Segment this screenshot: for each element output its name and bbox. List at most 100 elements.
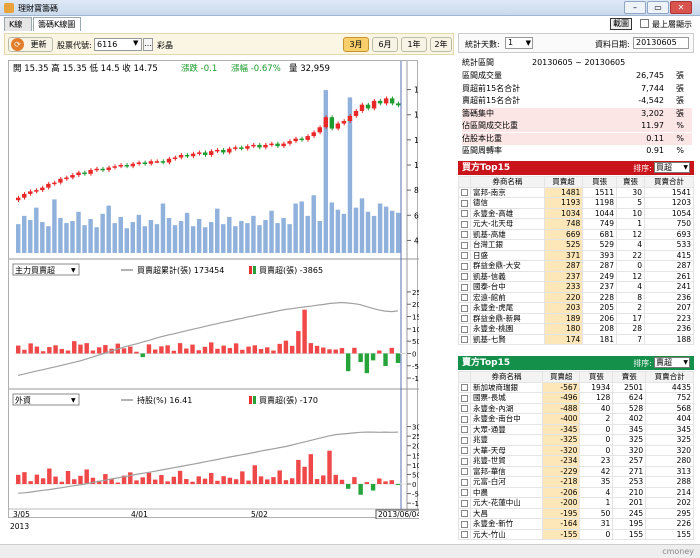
column-header[interactable]: 買張 [579, 371, 614, 383]
row-checkbox[interactable] [461, 336, 468, 344]
row-select[interactable] [458, 465, 471, 477]
buy-sort-select[interactable]: 買超 ▼ [654, 162, 690, 173]
sell-sort-select[interactable]: 賣超 ▼ [654, 357, 690, 368]
row-checkbox[interactable] [461, 241, 468, 249]
row-checkbox[interactable] [461, 531, 468, 539]
row-select[interactable] [458, 249, 471, 261]
row-select[interactable] [458, 218, 471, 230]
row-checkbox[interactable] [461, 315, 468, 323]
row-select[interactable] [458, 281, 471, 293]
table-row[interactable]: 元大-竹山 -155 0 155 155 [458, 528, 694, 540]
row-checkbox[interactable] [461, 231, 468, 239]
table-row[interactable]: 凱基-信義 237 249 12 261 [458, 270, 695, 282]
tab-kline[interactable]: K線圖 [4, 17, 32, 42]
row-checkbox[interactable] [461, 436, 468, 444]
table-row[interactable]: 永豐金-新竹 -164 31 195 226 [458, 518, 694, 530]
row-select[interactable] [458, 455, 471, 467]
row-checkbox[interactable] [461, 447, 468, 455]
period-6m-button[interactable]: 6月 [372, 37, 398, 52]
more-options-button[interactable]: … [143, 38, 153, 51]
row-checkbox[interactable] [461, 252, 468, 260]
row-checkbox[interactable] [461, 478, 468, 486]
row-checkbox[interactable] [461, 468, 468, 476]
row-checkbox[interactable] [461, 405, 468, 413]
row-checkbox[interactable] [461, 426, 468, 434]
row-checkbox[interactable] [461, 520, 468, 528]
row-checkbox[interactable] [461, 273, 468, 281]
row-select[interactable] [458, 291, 471, 303]
table-row[interactable]: 永豐金-桃園 180 208 28 236 [458, 323, 695, 335]
row-select[interactable] [458, 497, 471, 509]
row-select[interactable] [458, 444, 471, 456]
table-row[interactable]: 凱基-高雄 669 681 12 693 [458, 228, 695, 240]
table-row[interactable]: 日盛 371 393 22 415 [458, 249, 695, 261]
sub1-chevron-down-icon[interactable]: ▼ [71, 267, 76, 274]
period-3m-button[interactable]: 3月 [343, 37, 369, 52]
table-row[interactable]: 中農 -206 4 210 214 [458, 486, 694, 498]
row-checkbox[interactable] [461, 489, 468, 497]
row-select[interactable] [458, 518, 471, 530]
row-checkbox[interactable] [461, 210, 468, 218]
row-select[interactable] [458, 392, 471, 404]
row-select[interactable] [458, 528, 471, 540]
table-row[interactable]: 台灣工銀 525 529 4 533 [458, 239, 695, 251]
stock-dropdown-icon[interactable]: ▼ [133, 39, 138, 47]
row-checkbox[interactable] [461, 457, 468, 465]
column-header[interactable]: 賣張 [612, 371, 647, 383]
row-select[interactable] [458, 381, 471, 393]
column-header[interactable]: 券商名稱 [470, 371, 543, 383]
row-select[interactable] [458, 312, 471, 324]
table-row[interactable]: 永豐金-虎尾 203 205 2 207 [458, 302, 695, 314]
table-row[interactable]: 群益金鼎-新興 189 206 17 223 [458, 312, 695, 324]
column-header[interactable]: 賣張 [615, 176, 645, 188]
refresh-button[interactable]: ⟳ 更新 [8, 37, 53, 52]
row-select[interactable] [458, 476, 471, 488]
column-header[interactable]: 買賣合計 [643, 176, 695, 188]
row-select[interactable] [458, 486, 471, 498]
row-checkbox[interactable] [461, 510, 468, 518]
row-checkbox[interactable] [461, 189, 468, 197]
row-select[interactable] [458, 507, 471, 519]
table-row[interactable]: 宏遠-館前 220 228 8 236 [458, 291, 695, 303]
row-select[interactable] [458, 228, 471, 240]
table-row[interactable]: 富邦-南京 1481 1511 30 1541 [458, 186, 695, 198]
row-checkbox[interactable] [461, 294, 468, 302]
column-header[interactable]: 買賣超 [541, 371, 581, 383]
minimize-button[interactable]: – [624, 1, 646, 14]
table-row[interactable]: 國票-長城 -496 128 624 752 [458, 392, 694, 404]
row-checkbox[interactable] [461, 415, 468, 423]
row-select[interactable] [458, 434, 471, 446]
row-select[interactable] [458, 207, 471, 219]
table-row[interactable]: 永豐金-高雄 1034 1044 10 1054 [458, 207, 695, 219]
table-row[interactable]: 永豐金-南台中 -400 2 402 404 [458, 413, 694, 425]
row-checkbox[interactable] [461, 199, 468, 207]
table-row[interactable]: 永豐金-內湖 -488 40 528 568 [458, 402, 694, 414]
always-on-top-checkbox[interactable] [640, 19, 649, 28]
column-header[interactable]: 買張 [582, 176, 617, 188]
table-row[interactable]: 凱基-七賢 174 181 7 188 [458, 333, 695, 345]
table-row[interactable]: 兆豐-世貿 -234 23 257 280 [458, 455, 694, 467]
row-select[interactable] [458, 423, 471, 435]
maximize-button[interactable]: ▭ [647, 1, 669, 14]
table-row[interactable]: 群益金鼎-大安 287 287 0 287 [458, 260, 695, 272]
row-checkbox[interactable] [461, 304, 468, 312]
close-button[interactable]: ✕ [670, 1, 692, 14]
row-select[interactable] [458, 323, 471, 335]
row-checkbox[interactable] [461, 220, 468, 228]
row-checkbox[interactable] [461, 394, 468, 402]
period-2y-button[interactable]: 2年 [430, 37, 452, 52]
table-row[interactable]: 新加坡商瑞銀 -567 1934 2501 4435 [458, 381, 694, 393]
table-row[interactable]: 大眾-通豐 -345 0 345 345 [458, 423, 694, 435]
row-checkbox[interactable] [461, 384, 468, 392]
row-select[interactable] [458, 270, 471, 282]
data-date-field[interactable]: 20130605 [633, 37, 689, 49]
row-select[interactable] [458, 197, 471, 209]
table-row[interactable]: 國泰-台中 233 237 4 241 [458, 281, 695, 293]
table-row[interactable]: 大昌 -195 50 245 295 [458, 507, 694, 519]
column-header[interactable]: 買賣超 [543, 176, 584, 188]
row-checkbox[interactable] [461, 283, 468, 291]
row-checkbox[interactable] [461, 325, 468, 333]
row-select[interactable] [458, 302, 471, 314]
row-select[interactable] [458, 413, 471, 425]
table-row[interactable]: 兆豐 -325 0 325 325 [458, 434, 694, 446]
